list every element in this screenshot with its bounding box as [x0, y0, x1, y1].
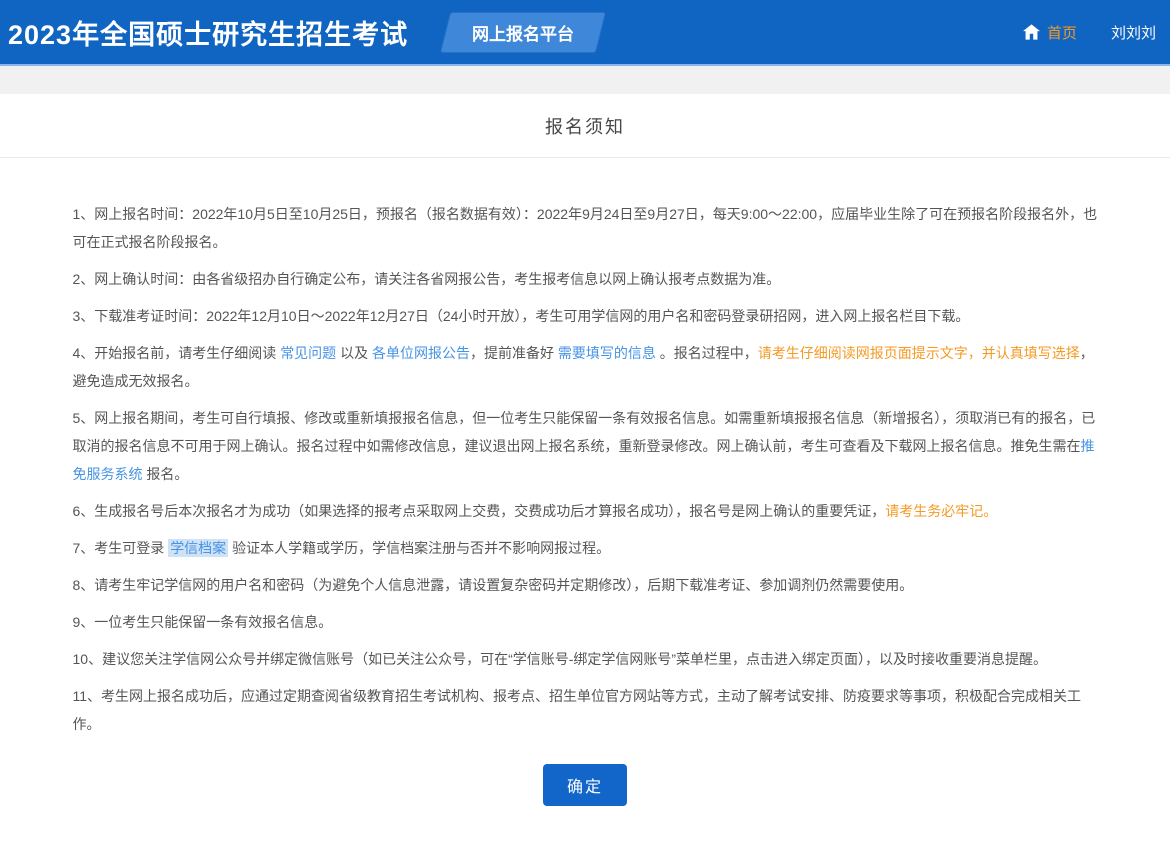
notice-item: 3、下载准考证时间：2022年12月10日～2022年12月27日（24小时开放… [73, 302, 1098, 330]
notice-item: 5、网上报名期间，考生可自行填报、修改或重新填报报名信息，但一位考生只能保留一条… [73, 404, 1098, 488]
platform-badge-label: 网上报名平台 [472, 20, 574, 45]
platform-badge: 网上报名平台 [441, 13, 605, 52]
notice-item: 8、请考生牢记学信网的用户名和密码（为避免个人信息泄露，请设置复杂密码并定期修改… [73, 571, 1098, 599]
inline-link[interactable]: 常见问题 [280, 345, 336, 361]
confirm-button[interactable]: 确定 [543, 764, 627, 806]
sub-header-strip [0, 66, 1170, 94]
page-title: 报名须知 [545, 113, 625, 139]
inline-link[interactable]: 需要填写的信息 [558, 345, 656, 361]
top-header: 2023年全国硕士研究生招生考试 网上报名平台 首页 刘刘刘 [0, 0, 1170, 66]
notice-text: 7、考生可登录 [73, 540, 169, 556]
inline-link[interactable]: 各单位网报公告 [372, 345, 470, 361]
notice-item: 9、一位考生只能保留一条有效报名信息。 [73, 608, 1098, 636]
notice-item: 6、生成报名号后本次报名才为成功（如果选择的报考点采取网上交费，交费成功后才算报… [73, 497, 1098, 525]
home-link[interactable]: 首页 [1023, 22, 1077, 43]
notice-text: 报名。 [143, 466, 189, 482]
page-title-bar: 报名须知 [0, 94, 1170, 158]
notice-text: 9、一位考生只能保留一条有效报名信息。 [73, 614, 333, 630]
notice-text: 以及 [336, 345, 372, 361]
notice-text: 1、网上报名时间：2022年10月5日至10月25日，预报名（报名数据有效）：2… [73, 206, 1098, 250]
notice-list: 1、网上报名时间：2022年10月5日至10月25日，预报名（报名数据有效）：2… [73, 158, 1098, 738]
notice-text: 4、开始报名前，请考生仔细阅读 [73, 345, 281, 361]
notice-text: 10、建议您关注学信网公众号并绑定微信账号（如已关注公众号，可在“学信账号-绑定… [73, 651, 1048, 667]
inline-link[interactable]: 学信档案 [168, 539, 228, 557]
user-name-link[interactable]: 刘刘刘 [1111, 22, 1156, 43]
header-right: 首页 刘刘刘 [1023, 22, 1170, 43]
notice-text: 验证本人学籍或学历，学信档案注册与否并不影响网报过程。 [228, 540, 610, 556]
notice-item: 7、考生可登录 学信档案 验证本人学籍或学历，学信档案注册与否并不影响网报过程。 [73, 534, 1098, 562]
notice-item: 11、考生网上报名成功后，应通过定期查阅省级教育招生考试机构、报考点、招生单位官… [73, 682, 1098, 738]
notice-text: 2、网上确认时间：由各省级招办自行确定公布，请关注各省网报公告，考生报考信息以网… [73, 271, 781, 287]
footer-action: 确定 [0, 764, 1170, 806]
notice-text: 3、下载准考证时间：2022年12月10日～2022年12月27日（24小时开放… [73, 308, 970, 324]
notice-item: 4、开始报名前，请考生仔细阅读 常见问题 以及 各单位网报公告，提前准备好 需要… [73, 339, 1098, 395]
home-icon [1023, 24, 1040, 40]
notice-text: 5、网上报名期间，考生可自行填报、修改或重新填报报名信息，但一位考生只能保留一条… [73, 410, 1096, 454]
home-link-label: 首页 [1047, 22, 1077, 43]
notice-text: 请考生仔细阅读网报页面提示文字，并认真填写选择 [758, 345, 1080, 361]
notice-text: 8、请考生牢记学信网的用户名和密码（为避免个人信息泄露，请设置复杂密码并定期修改… [73, 577, 914, 593]
notice-item: 10、建议您关注学信网公众号并绑定微信账号（如已关注公众号，可在“学信账号-绑定… [73, 645, 1098, 673]
notice-item: 2、网上确认时间：由各省级招办自行确定公布，请关注各省网报公告，考生报考信息以网… [73, 265, 1098, 293]
notice-text: 6、生成报名号后本次报名才为成功（如果选择的报考点采取网上交费，交费成功后才算报… [73, 503, 886, 519]
notice-text: 11、考生网上报名成功后，应通过定期查阅省级教育招生考试机构、报考点、招生单位官… [73, 688, 1082, 732]
notice-text: 。报名过程中， [656, 345, 758, 361]
notice-text: ，提前准备好 [470, 345, 558, 361]
notice-item: 1、网上报名时间：2022年10月5日至10月25日，预报名（报名数据有效）：2… [73, 200, 1098, 256]
app-title: 2023年全国硕士研究生招生考试 [0, 13, 408, 52]
notice-text: 请考生务必牢记。 [885, 503, 997, 519]
